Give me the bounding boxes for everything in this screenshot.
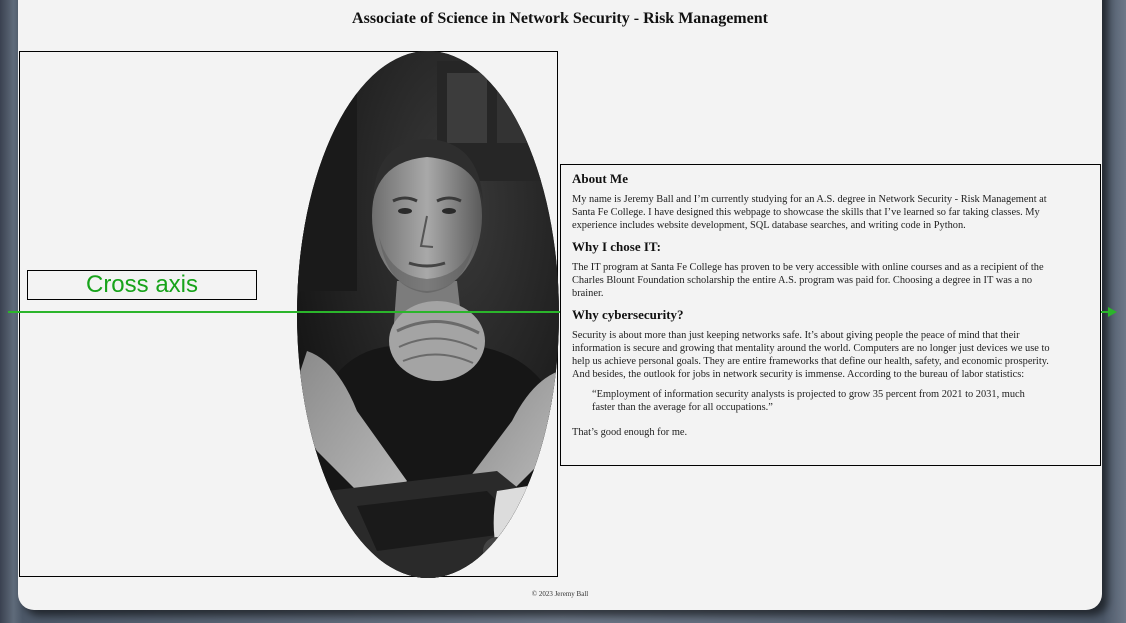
why-it-text: The IT program at Santa Fe College has p… — [572, 262, 1044, 299]
about-panel: About Me My name is Jeremy Ball and I’m … — [560, 164, 1101, 466]
footer-copyright: © 2023 Jeremy Ball — [531, 590, 589, 598]
closing-text: That’s good enough for me. — [572, 427, 688, 438]
bls-quote: “Employment of information security anal… — [592, 389, 1025, 413]
why-it-heading: Why I chose IT: — [572, 239, 661, 254]
profile-photo-illustration — [297, 51, 559, 578]
arrow-right-icon — [1108, 307, 1117, 317]
about-text: My name is Jeremy Ball and I’m currently… — [572, 194, 1047, 231]
cross-axis-label: Cross axis — [27, 270, 257, 300]
about-heading: About Me — [572, 171, 628, 186]
why-cyber-heading: Why cybersecurity? — [572, 307, 684, 322]
profile-photo — [297, 51, 559, 578]
why-cyber-text: Security is about more than just keeping… — [572, 330, 1050, 380]
page-title: Associate of Science in Network Security… — [352, 10, 768, 27]
